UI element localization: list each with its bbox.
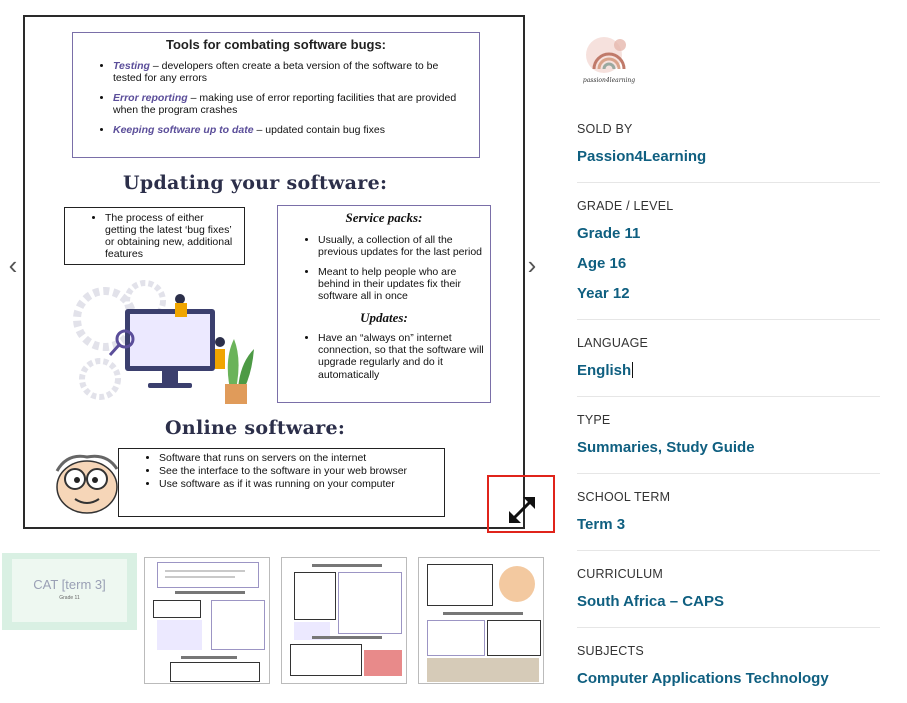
chevron-left-icon[interactable]: ‹ bbox=[4, 250, 22, 280]
divider bbox=[577, 550, 880, 551]
divider bbox=[577, 627, 880, 628]
process-text: The process of either getting the latest… bbox=[105, 212, 238, 260]
curriculum-label: CURRICULUM bbox=[577, 567, 664, 581]
age-link[interactable]: Age 16 bbox=[577, 255, 881, 272]
subjects-label: SUBJECTS bbox=[577, 644, 644, 658]
text-cursor bbox=[632, 362, 634, 378]
thumbnail-title: CAT [term 3] bbox=[33, 577, 106, 592]
grade-link[interactable]: Grade 11 bbox=[577, 225, 881, 242]
computer-illustration bbox=[70, 279, 260, 409]
updates-item: Have an “always on” internet connection,… bbox=[318, 332, 484, 380]
tools-title: Tools for combating software bugs: bbox=[165, 37, 387, 52]
document-preview: Tools for combating software bugs: Testi… bbox=[23, 15, 525, 529]
thumbnail-1[interactable]: CAT [term 3] Grade 11 bbox=[2, 553, 137, 630]
thumbnail-4[interactable] bbox=[418, 557, 544, 684]
seller-logo[interactable]: passion4learning bbox=[580, 33, 638, 91]
school-term-link[interactable]: Term 3 bbox=[577, 516, 881, 533]
online-item: Use software as if it was running on you… bbox=[159, 478, 438, 490]
process-box: The process of either getting the latest… bbox=[64, 207, 245, 265]
seller-link[interactable]: Passion4Learning bbox=[577, 148, 881, 165]
subjects-link[interactable]: Computer Applications Technology bbox=[577, 670, 881, 687]
expand-preview-button[interactable] bbox=[487, 475, 555, 533]
thumbnail-3[interactable] bbox=[281, 557, 407, 684]
updates-title: Updates: bbox=[360, 310, 408, 326]
language-link[interactable]: English bbox=[577, 362, 881, 379]
type-link[interactable]: Summaries, Study Guide bbox=[577, 439, 881, 456]
divider bbox=[577, 182, 880, 183]
service-item: Usually, a collection of all the previou… bbox=[318, 234, 484, 258]
service-packs-box: Service packs: Usually, a collection of … bbox=[277, 205, 491, 403]
tools-item: Error reporting – making use of error re… bbox=[113, 92, 469, 116]
tools-box: Tools for combating software bugs: Testi… bbox=[72, 32, 480, 158]
online-item: See the interface to the software in you… bbox=[159, 465, 438, 477]
thumbnail-2[interactable] bbox=[144, 557, 270, 684]
seller-logo-text: passion4learning bbox=[582, 77, 636, 84]
tools-item: Testing – developers often create a beta… bbox=[113, 60, 469, 84]
service-packs-title: Service packs: bbox=[345, 210, 423, 225]
tools-item: Keeping software up to date – updated co… bbox=[113, 124, 469, 136]
chevron-right-icon[interactable]: › bbox=[523, 250, 541, 280]
online-item: Software that runs on servers on the int… bbox=[159, 452, 438, 464]
cartoon-illustration bbox=[47, 449, 127, 519]
language-label: LANGUAGE bbox=[577, 336, 649, 350]
divider bbox=[577, 396, 880, 397]
sold-by-label: SOLD BY bbox=[577, 122, 633, 136]
thumbnail-subtitle: Grade 11 bbox=[59, 595, 80, 601]
online-box: Software that runs on servers on the int… bbox=[118, 448, 445, 517]
divider bbox=[577, 319, 880, 320]
service-item: Meant to help people who are behind in t… bbox=[318, 266, 484, 302]
updating-heading: Updating your software: bbox=[123, 172, 388, 194]
curriculum-link[interactable]: South Africa – CAPS bbox=[577, 593, 881, 610]
school-term-label: SCHOOL TERM bbox=[577, 490, 671, 504]
grade-label: GRADE / LEVEL bbox=[577, 199, 674, 213]
online-heading: Online software: bbox=[165, 417, 346, 439]
divider bbox=[577, 473, 880, 474]
year-link[interactable]: Year 12 bbox=[577, 285, 881, 302]
expand-arrows-icon bbox=[509, 497, 535, 523]
type-label: TYPE bbox=[577, 413, 611, 427]
